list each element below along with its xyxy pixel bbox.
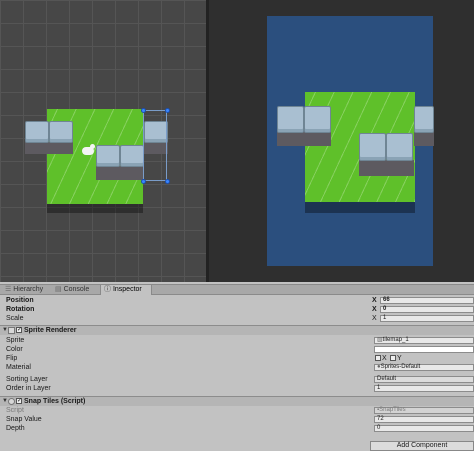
depth-label: Depth xyxy=(6,425,25,432)
sorting-layer-dropdown[interactable]: Default xyxy=(374,376,474,383)
rock-base xyxy=(96,166,144,180)
depth-field[interactable]: 0 xyxy=(374,425,474,432)
script-row: Script ▪SnapTiles xyxy=(0,406,474,415)
tab-console[interactable]: ▤ Console xyxy=(52,285,92,295)
rock-tile[interactable] xyxy=(120,145,144,167)
sprite-renderer-enable-checkbox[interactable]: ✓ xyxy=(16,327,22,333)
snap-value-label: Snap Value xyxy=(6,416,42,423)
game-view[interactable] xyxy=(209,0,474,282)
flip-x-label: X xyxy=(382,355,387,362)
position-row: Position X 66 xyxy=(0,296,474,305)
flip-x-checkbox[interactable] xyxy=(375,355,381,361)
rotation-row: Rotation X 0 xyxy=(0,305,474,314)
selection-rect[interactable] xyxy=(143,110,167,181)
sorting-layer-value: Default xyxy=(377,376,397,382)
script-label: Script xyxy=(6,407,24,414)
rock-tile xyxy=(359,133,386,161)
color-row: Color xyxy=(0,345,474,354)
rotation-label: Rotation xyxy=(6,306,35,313)
rock-tile[interactable] xyxy=(96,145,120,167)
material-field[interactable]: ●Sprites-Default xyxy=(374,364,474,371)
position-x-field[interactable]: 66 xyxy=(380,297,474,304)
snap-tiles-header[interactable]: ▼ ✓ Snap Tiles (Script) xyxy=(0,396,474,406)
snap-value-row: Snap Value 72 xyxy=(0,415,474,424)
rotation-x-field[interactable]: 0 xyxy=(380,306,474,313)
rock-tile xyxy=(414,106,434,133)
tab-console-label: Console xyxy=(63,286,90,293)
rock-tile xyxy=(386,133,413,161)
scale-row: Scale X 1 xyxy=(0,314,474,323)
material-value: Sprites-Default xyxy=(380,364,421,370)
position-x-axis: X xyxy=(372,297,377,304)
flip-y-label: Y xyxy=(397,355,402,362)
material-label: Material xyxy=(6,364,31,371)
tab-hierarchy-label: Hierarchy xyxy=(13,286,44,293)
sprite-field[interactable]: ▧tilemap_1 xyxy=(374,337,474,344)
color-label: Color xyxy=(6,346,23,353)
color-swatch[interactable] xyxy=(374,346,474,353)
rock-tile xyxy=(304,106,331,133)
rock-base xyxy=(25,142,73,154)
scale-label: Scale xyxy=(6,315,24,322)
flip-row: Flip X Y xyxy=(0,354,474,363)
camera-gizmo-lens-icon xyxy=(90,144,95,149)
resize-handle[interactable] xyxy=(141,179,146,184)
rock-base xyxy=(414,132,434,146)
rock-tile xyxy=(277,106,304,133)
tab-inspector[interactable]: ⓘ Inspector xyxy=(100,285,152,295)
order-in-layer-field[interactable]: 1 xyxy=(374,385,474,392)
scale-x-field[interactable]: 1 xyxy=(380,315,474,322)
sprite-label: Sprite xyxy=(6,337,25,344)
snap-tiles-title: Snap Tiles (Script) xyxy=(24,398,86,405)
depth-row: Depth 0 xyxy=(0,424,474,433)
position-label: Position xyxy=(6,297,34,304)
rock-base xyxy=(359,160,414,176)
snap-value-field[interactable]: 72 xyxy=(374,416,474,423)
sprite-row: Sprite ▧tilemap_1 xyxy=(0,336,474,345)
script-field: ▪SnapTiles xyxy=(374,407,474,414)
resize-handle[interactable] xyxy=(141,108,146,113)
rock-tile[interactable] xyxy=(49,121,73,143)
resize-handle[interactable] xyxy=(165,179,170,184)
resize-handle[interactable] xyxy=(165,108,170,113)
sprite-renderer-title: Sprite Renderer xyxy=(24,327,77,334)
rock-tile[interactable] xyxy=(25,121,49,143)
panel-tab-bar: ☰ Hierarchy ▤ Console ⓘ Inspector xyxy=(0,284,474,295)
rotation-x-axis: X xyxy=(372,306,377,313)
sorting-layer-row: Sorting Layer Default xyxy=(0,375,474,384)
order-in-layer-label: Order in Layer xyxy=(6,385,51,392)
tab-inspector-label: Inspector xyxy=(112,286,142,293)
sprite-renderer-header[interactable]: ▼ ✓ Sprite Renderer xyxy=(0,325,474,335)
scale-x-axis: X xyxy=(372,315,377,322)
order-in-layer-row: Order in Layer 1 xyxy=(0,384,474,393)
flip-y-checkbox[interactable] xyxy=(390,355,396,361)
sprite-renderer-icon xyxy=(8,327,15,334)
script-value: SnapTiles xyxy=(379,407,406,413)
sorting-layer-label: Sorting Layer xyxy=(6,376,48,383)
script-icon xyxy=(8,398,15,405)
rock-base xyxy=(277,132,331,146)
tab-hierarchy[interactable]: ☰ Hierarchy xyxy=(2,285,46,295)
snap-tiles-enable-checkbox[interactable]: ✓ xyxy=(16,398,22,404)
flip-label: Flip xyxy=(6,355,18,362)
material-row: Material ●Sprites-Default xyxy=(0,363,474,372)
sprite-value: tilemap_1 xyxy=(382,337,409,343)
scene-view[interactable] xyxy=(0,0,206,282)
